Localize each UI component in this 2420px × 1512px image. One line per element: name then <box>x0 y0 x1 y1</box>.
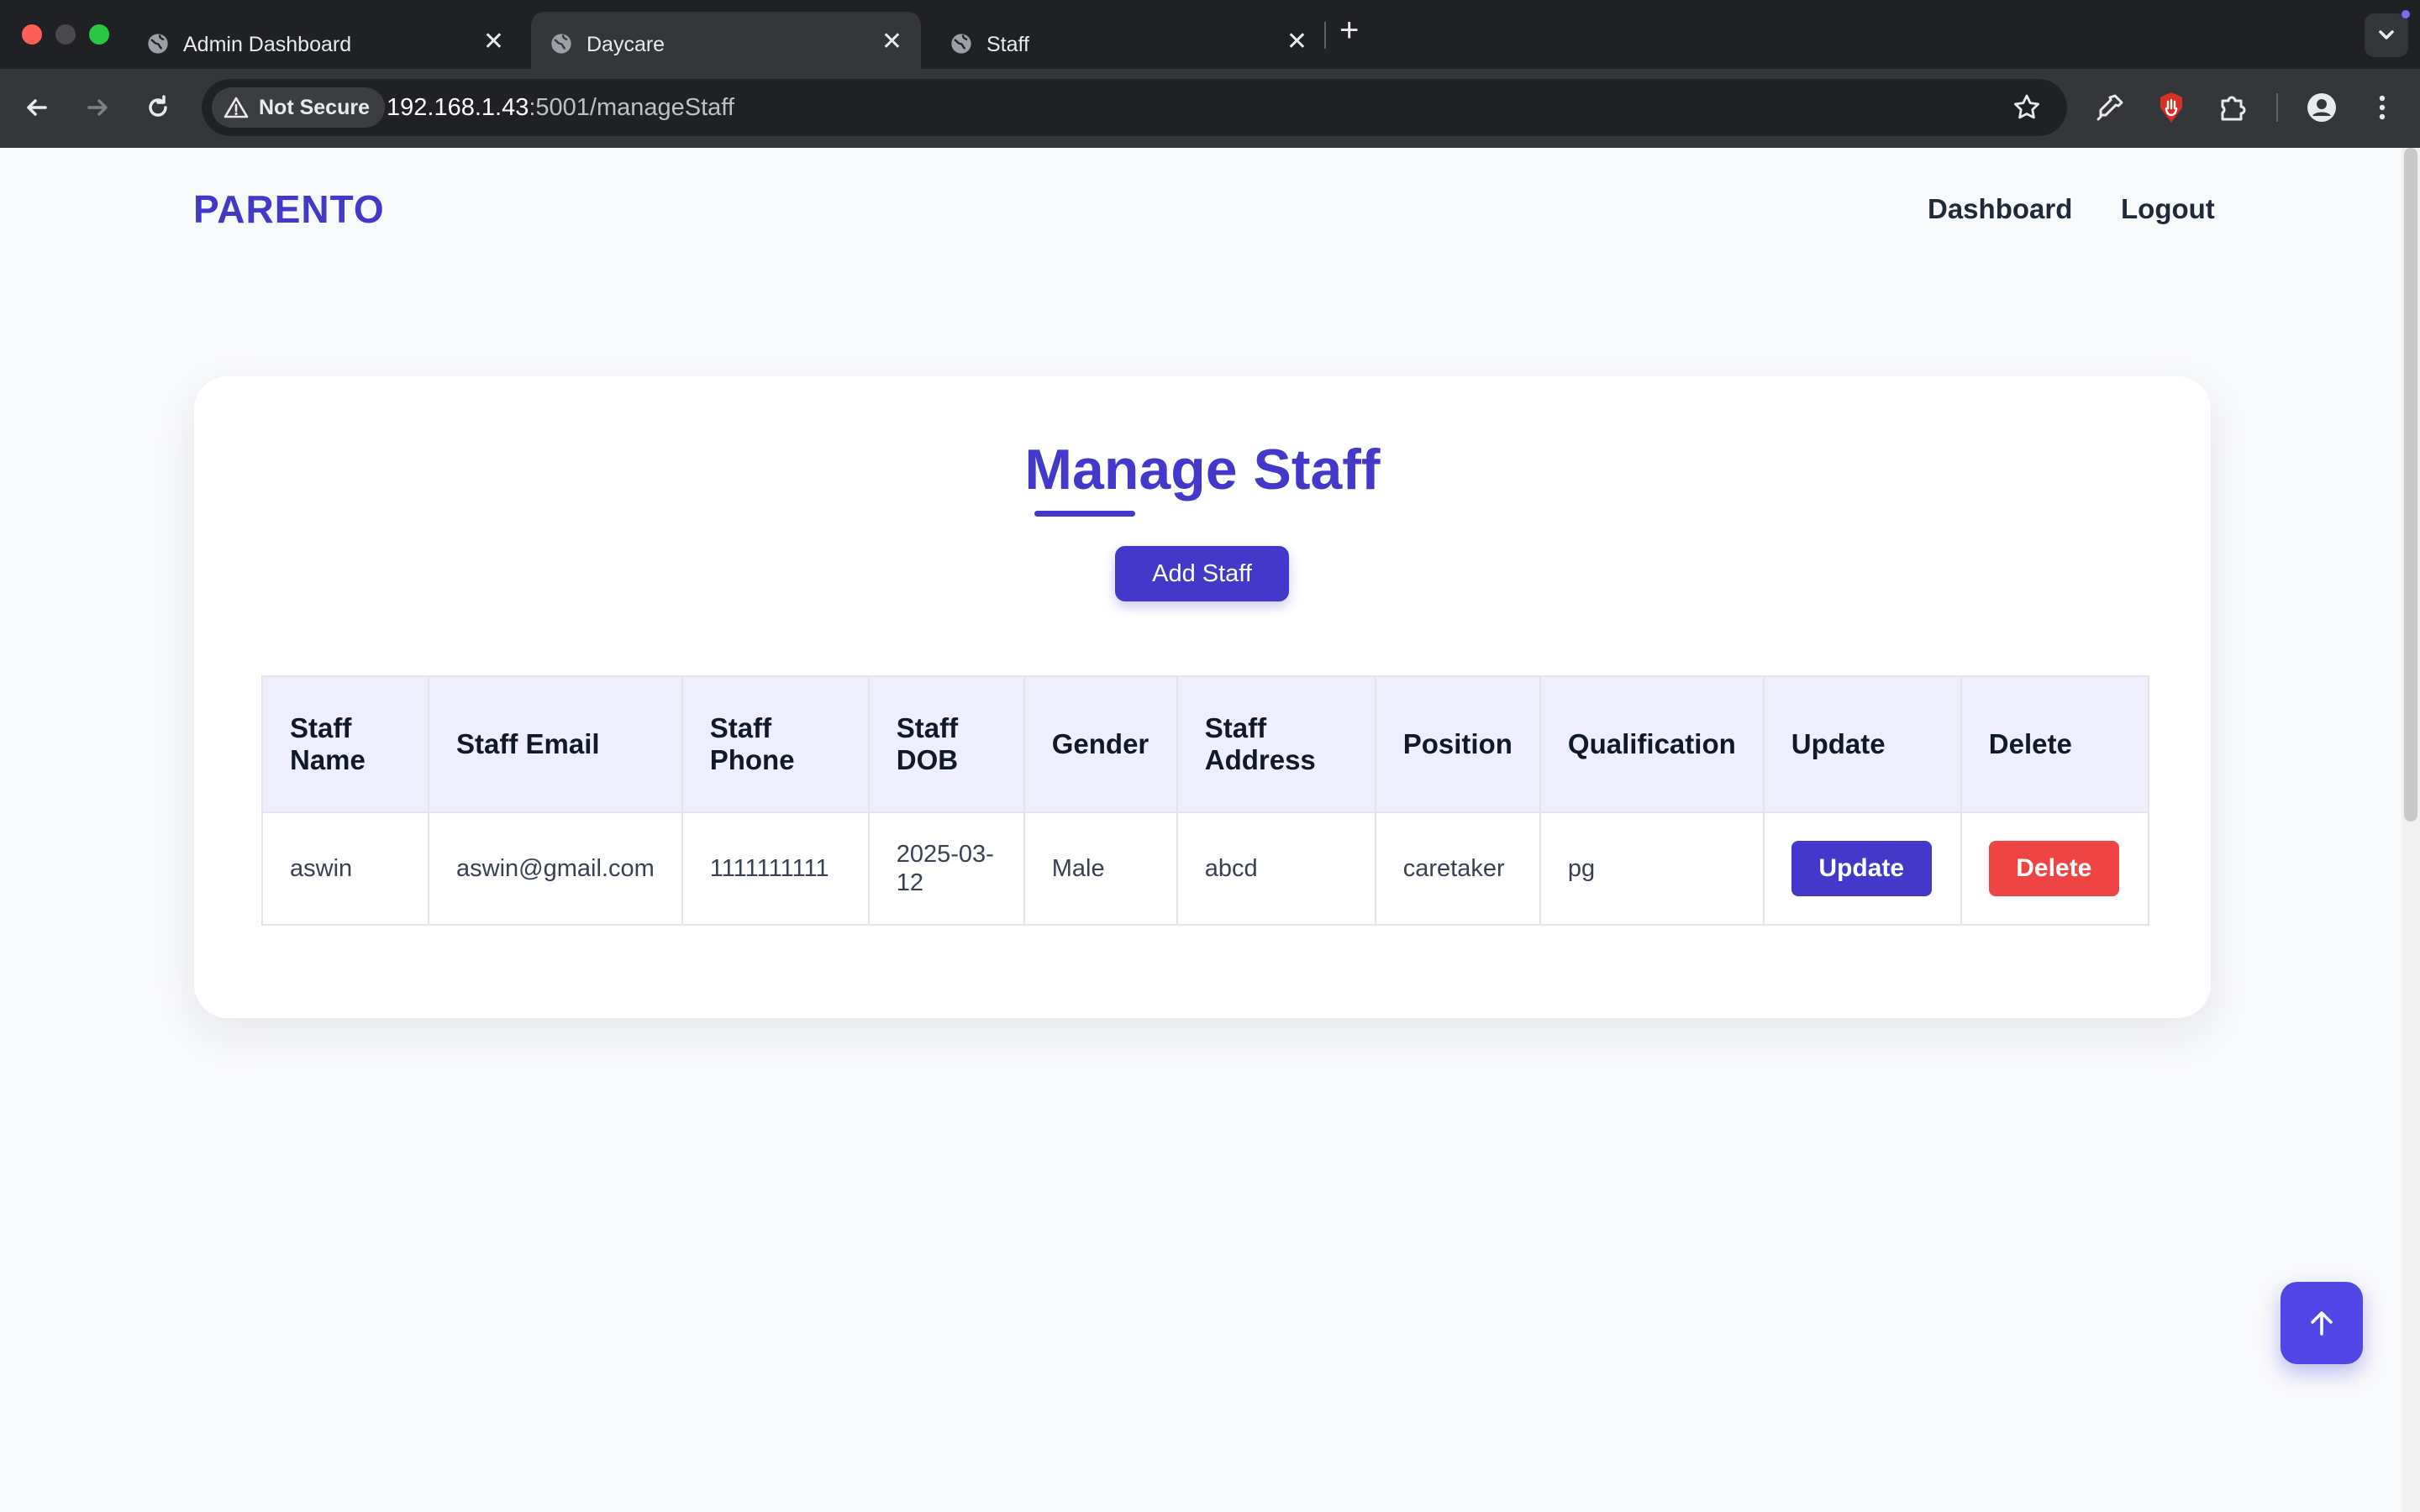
security-indicator[interactable]: Not Secure <box>212 87 385 128</box>
address-bar[interactable]: Not Secure 192.168.1.43:5001/manageStaff <box>202 79 2067 136</box>
tab-staff[interactable]: Staff ✕ <box>931 12 1326 69</box>
chevron-down-icon <box>2379 30 2394 39</box>
page-scrollbar-thumb[interactable] <box>2404 148 2417 822</box>
browser-tab-bar: Admin Dashboard ✕ Daycare ✕ Staff ✕ + <box>0 0 2420 69</box>
column-header-staff-name: Staff Name <box>261 675 429 813</box>
tab-admin-dashboard[interactable]: Admin Dashboard ✕ <box>128 12 523 69</box>
globe-icon <box>551 34 571 54</box>
scroll-to-top-button[interactable] <box>2281 1282 2363 1364</box>
cell-gender: Male <box>1023 811 1178 926</box>
tab-divider <box>1324 22 1326 49</box>
cell-position: caretaker <box>1374 811 1541 926</box>
tab-search-button[interactable] <box>2365 13 2408 57</box>
close-window-button[interactable] <box>22 24 42 45</box>
cell-staff-address: abcd <box>1176 811 1376 926</box>
cell-update-action: Update <box>1762 811 1962 926</box>
globe-icon <box>148 34 168 54</box>
column-header-position: Position <box>1374 675 1541 813</box>
arrow-up-icon <box>2311 1311 2333 1336</box>
maximize-window-button[interactable] <box>89 24 109 45</box>
stop-hand-extension-icon[interactable] <box>2154 91 2188 124</box>
nav-link-logout[interactable]: Logout <box>2121 193 2215 225</box>
column-header-update: Update <box>1762 675 1962 813</box>
url-host: 192.168.1.43 <box>387 94 529 121</box>
url-text: 192.168.1.43:5001/manageStaff <box>387 94 734 122</box>
add-staff-button[interactable]: Add Staff <box>1115 546 1289 601</box>
tab-title: Staff <box>986 33 1029 56</box>
minimize-window-button[interactable] <box>55 24 76 45</box>
tab-title: Daycare <box>587 33 666 56</box>
profile-avatar-icon[interactable] <box>2305 91 2338 124</box>
back-arrow-icon[interactable] <box>20 91 54 124</box>
table-header-row: Staff Name Staff Email Staff Phone Staff… <box>261 675 2149 813</box>
nav-link-dashboard[interactable]: Dashboard <box>1928 193 2072 225</box>
toolbar-divider <box>2276 93 2278 122</box>
column-header-gender: Gender <box>1023 675 1178 813</box>
column-header-staff-dob: Staff DOB <box>867 675 1025 813</box>
puzzle-extensions-icon[interactable] <box>2216 91 2249 124</box>
column-header-delete: Delete <box>1960 675 2149 813</box>
new-tab-button[interactable]: + <box>1339 12 1359 50</box>
close-tab-icon[interactable]: ✕ <box>483 27 504 56</box>
update-staff-button[interactable]: Update <box>1791 841 1932 896</box>
tab-daycare[interactable]: Daycare ✕ <box>531 12 921 69</box>
page-title: Manage Staff <box>1024 438 1381 501</box>
security-label: Not Secure <box>259 96 370 119</box>
brand-logo[interactable]: PARENTO <box>193 186 385 232</box>
globe-icon <box>951 34 971 54</box>
column-header-staff-phone: Staff Phone <box>681 675 870 813</box>
title-underline <box>1034 511 1135 517</box>
staff-table: Staff Name Staff Email Staff Phone Staff… <box>261 675 2149 926</box>
close-tab-icon[interactable]: ✕ <box>1286 27 1307 56</box>
delete-staff-button[interactable]: Delete <box>1988 841 2119 896</box>
cell-staff-dob: 2025-03-12 <box>867 811 1025 926</box>
reload-icon[interactable] <box>141 91 175 124</box>
cell-delete-action: Delete <box>1960 811 2149 926</box>
url-path: :5001/manageStaff <box>529 94 734 121</box>
warning-icon <box>224 97 249 118</box>
table-row: aswin aswin@gmail.com 1111111111 2025-03… <box>261 811 2149 926</box>
column-header-staff-address: Staff Address <box>1176 675 1376 813</box>
cell-qualification: pg <box>1539 811 1765 926</box>
bookmark-star-icon[interactable] <box>2010 91 2044 124</box>
cell-staff-phone: 1111111111 <box>681 811 870 926</box>
notification-dot <box>2402 10 2410 18</box>
close-tab-icon[interactable]: ✕ <box>881 27 902 56</box>
cell-staff-email: aswin@gmail.com <box>428 811 683 926</box>
cell-staff-name: aswin <box>261 811 429 926</box>
forward-arrow-icon[interactable] <box>81 91 114 124</box>
column-header-qualification: Qualification <box>1539 675 1765 813</box>
eyedropper-extension-icon[interactable] <box>2093 91 2127 124</box>
column-header-staff-email: Staff Email <box>428 675 683 813</box>
browser-toolbar: Not Secure 192.168.1.43:5001/manageStaff <box>0 69 2420 148</box>
kebab-menu-icon[interactable] <box>2365 91 2399 124</box>
tab-title: Admin Dashboard <box>183 33 352 56</box>
